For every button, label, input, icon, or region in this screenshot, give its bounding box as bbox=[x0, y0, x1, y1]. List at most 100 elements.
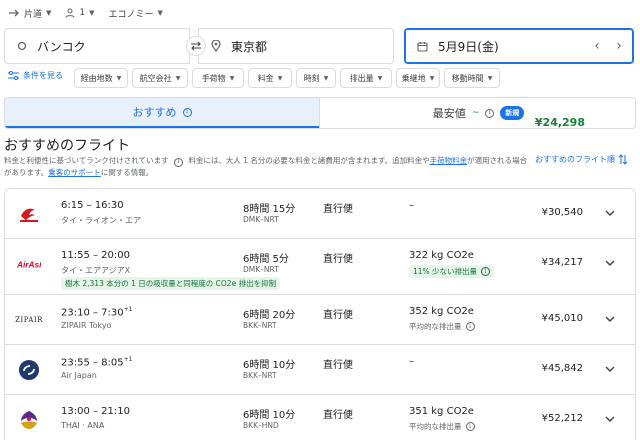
calendar-icon bbox=[417, 41, 428, 52]
co2-note-text: 11% 少ない排出量 bbox=[413, 267, 478, 276]
filter-price[interactable]: 料金 ▼ bbox=[248, 68, 292, 88]
filter-emissions[interactable]: 排出量 ▼ bbox=[340, 68, 392, 88]
flight-price: ¥45,010 bbox=[541, 313, 583, 324]
flight-times: 13:00 – 21:10 bbox=[61, 406, 130, 417]
filters-bar: 条件を見る 経由地数 ▼ 航空会社 ▼ 手荷物 ▼ 料金 ▼ 時刻 ▼ 排出量 ▼ 乗継地 ▼… bbox=[0, 68, 640, 88]
expand-button[interactable] bbox=[603, 412, 617, 426]
flight-route: BKK–NRT bbox=[243, 371, 277, 380]
co2-note-text: 平均的な排出量 bbox=[409, 322, 462, 331]
desc-line2-tail: に関する情報。 bbox=[100, 168, 154, 177]
desc-fees: 料金には、大人 1 名分の必要な料金と諸費用が含まれます。追加料金や bbox=[188, 156, 430, 165]
filter-airlines[interactable]: 航空会社 ▼ bbox=[132, 68, 188, 88]
trip-options-bar: 片道 ▼ 1 ▼ エコノミー ▼ bbox=[0, 0, 640, 26]
caret-down-icon: ▼ bbox=[116, 74, 122, 82]
zipair-logo: ZIPAIR bbox=[15, 308, 43, 332]
date-field[interactable]: 5月9日(金) ‹ › bbox=[404, 28, 634, 64]
bag-fees-link[interactable]: 手荷物料金 bbox=[430, 156, 468, 165]
flight-duration: 8時間 15分 bbox=[243, 204, 296, 215]
flight-row[interactable]: AirAsia 11:55 – 20:00 タイ・エアアジアX 樹木 2,313… bbox=[5, 239, 635, 295]
flight-stops: 直行便 bbox=[323, 204, 353, 215]
expand-button[interactable] bbox=[603, 362, 617, 376]
co2-emissions: 352 kg CO2e bbox=[409, 306, 474, 317]
co2-note: 平均的な排出量 i bbox=[409, 421, 475, 432]
info-icon[interactable]: i bbox=[481, 267, 491, 276]
prev-date-button[interactable]: ‹ bbox=[587, 29, 607, 63]
section-description: 料金と利便性に基づいてランク付けされています i 料金には、大人 1 名分の必要… bbox=[4, 155, 544, 179]
flight-times: 23:55 – 8:05+1 bbox=[61, 356, 133, 368]
caret-down-icon: ▼ bbox=[377, 74, 383, 82]
flight-stops: 直行便 bbox=[323, 360, 353, 371]
chevron-down-icon bbox=[605, 366, 615, 372]
caret-down-icon: ▼ bbox=[89, 9, 95, 17]
search-row: バンコク 東京都 5月9日(金) ‹ › bbox=[0, 28, 640, 64]
all-filters-button[interactable]: 条件を見る bbox=[8, 70, 63, 81]
flight-stops: 直行便 bbox=[323, 310, 353, 321]
flight-times: 23:10 – 7:30+1 bbox=[61, 306, 133, 318]
air-japan-logo bbox=[17, 358, 41, 382]
expand-button[interactable] bbox=[603, 256, 617, 270]
zipair-logo-text: ZIPAIR bbox=[15, 316, 43, 324]
info-icon[interactable]: i bbox=[465, 322, 475, 331]
flight-duration: 6時間 5分 bbox=[243, 254, 289, 265]
co2-emissions: 351 kg CO2e bbox=[409, 406, 474, 417]
filter-duration[interactable]: 移動時間 ▼ bbox=[444, 68, 500, 88]
passenger-assistance-link[interactable]: 乗客のサポート bbox=[48, 168, 101, 177]
sort-tabs: おすすめ i 最安値 ¥24,298 ~ i 新規 bbox=[4, 97, 636, 129]
location-pin-icon bbox=[211, 40, 221, 52]
airline-name: ZIPAIR Tokyo bbox=[61, 321, 112, 330]
flight-times: 6:15 – 16:30 bbox=[61, 200, 124, 211]
cabin-select[interactable]: エコノミー ▼ bbox=[109, 7, 163, 20]
info-icon[interactable]: i bbox=[182, 107, 192, 117]
flight-duration: 6時間 10分 bbox=[243, 410, 296, 421]
plus-day: +1 bbox=[123, 306, 133, 313]
flight-duration: 6時間 10分 bbox=[243, 360, 296, 371]
flight-row[interactable]: 13:00 – 21:10 THAI · ANA 6時間 10分 BKK–HND… bbox=[5, 395, 635, 440]
next-date-button[interactable]: › bbox=[609, 29, 629, 63]
origin-field[interactable]: バンコク bbox=[4, 28, 190, 64]
filter-bags[interactable]: 手荷物 ▼ bbox=[192, 68, 244, 88]
person-icon bbox=[65, 8, 75, 18]
arrow-right-icon bbox=[9, 9, 19, 17]
cabin-label: エコノミー bbox=[108, 9, 154, 20]
filter-connecting-airports[interactable]: 乗継地 ▼ bbox=[396, 68, 440, 88]
caret-down-icon: ▼ bbox=[487, 74, 493, 82]
info-icon[interactable]: i bbox=[465, 422, 475, 431]
trip-type-label: 片道 bbox=[24, 9, 43, 20]
section-title: おすすめのフライト bbox=[4, 138, 130, 154]
caret-down-icon: ▼ bbox=[175, 74, 181, 82]
swap-button[interactable] bbox=[186, 36, 206, 56]
filter-stops[interactable]: 経由地数 ▼ bbox=[74, 68, 128, 88]
swap-icon bbox=[191, 41, 201, 51]
sort-button[interactable]: おすすめのフライト順 bbox=[535, 154, 628, 165]
chip-label: 料金 bbox=[257, 73, 274, 83]
emissions-savings-note: 樹木 2,313 本分の 1 日の吸収量と同程度の CO2e 排出を抑制 bbox=[61, 277, 281, 290]
co2-emissions: – bbox=[409, 356, 414, 367]
tune-icon bbox=[8, 71, 19, 80]
airasia-logo: AirAsia bbox=[17, 252, 41, 276]
destination-field[interactable]: 東京都 bbox=[198, 28, 394, 64]
trip-type-select[interactable]: 片道 ▼ bbox=[8, 7, 51, 20]
caret-down-icon: ▼ bbox=[429, 74, 435, 82]
expand-button[interactable] bbox=[603, 312, 617, 326]
all-filters-label: 条件を見る bbox=[23, 71, 63, 80]
expand-button[interactable] bbox=[603, 206, 617, 220]
sort-label: おすすめのフライト順 bbox=[535, 155, 615, 164]
flight-row[interactable]: ZIPAIR 23:10 – 7:30+1 ZIPAIR Tokyo 6時間 2… bbox=[5, 295, 635, 345]
passengers-select[interactable]: 1 ▼ bbox=[65, 8, 95, 18]
plus-day: +1 bbox=[123, 356, 133, 363]
flight-row[interactable]: 6:15 – 16:30 タイ・ライオン・エア 8時間 15分 DMK–NRT … bbox=[5, 189, 635, 239]
sort-icon bbox=[618, 154, 628, 165]
desc-line2: があります。 bbox=[4, 168, 49, 177]
flight-price: ¥30,540 bbox=[541, 207, 583, 218]
caret-down-icon: ▼ bbox=[323, 74, 329, 82]
info-icon[interactable]: i bbox=[485, 108, 495, 118]
info-icon[interactable]: i bbox=[173, 157, 183, 167]
chip-label: 航空会社 bbox=[139, 73, 172, 83]
caret-down-icon: ▼ bbox=[277, 74, 283, 82]
tab-recommended-label: おすすめ bbox=[132, 106, 177, 119]
flight-row[interactable]: 23:55 – 8:05+1 Air Japan 6時間 10分 BKK–NRT… bbox=[5, 345, 635, 395]
tab-recommended[interactable]: おすすめ i bbox=[5, 98, 319, 128]
tab-cheapest[interactable]: 最安値 ¥24,298 ~ i 新規 bbox=[319, 98, 635, 128]
filter-times[interactable]: 時刻 ▼ bbox=[296, 68, 336, 88]
flight-times: 11:55 – 20:00 bbox=[61, 250, 130, 261]
